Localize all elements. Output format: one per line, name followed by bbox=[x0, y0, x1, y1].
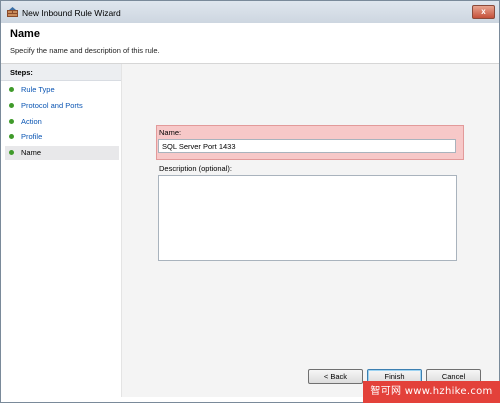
step-rule-type[interactable]: Rule Type bbox=[5, 83, 119, 97]
step-profile[interactable]: Profile bbox=[5, 130, 119, 144]
step-name[interactable]: Name bbox=[5, 146, 119, 160]
title-bar: New Inbound Rule Wizard x bbox=[1, 1, 499, 23]
window-title: New Inbound Rule Wizard bbox=[22, 8, 121, 18]
step-label: Protocol and Ports bbox=[21, 101, 83, 110]
steps-panel: Steps: Rule Type Protocol and Ports Acti… bbox=[1, 64, 122, 397]
page-title: Name bbox=[10, 28, 40, 40]
site-watermark: 智可网 www.hzhike.com bbox=[363, 381, 500, 403]
wizard-window: New Inbound Rule Wizard x Name Specify t… bbox=[0, 0, 500, 403]
step-complete-icon bbox=[9, 134, 14, 139]
close-icon: x bbox=[481, 7, 486, 16]
step-label: Name bbox=[21, 148, 42, 157]
back-button[interactable]: < Back bbox=[308, 369, 363, 384]
step-label: Profile bbox=[21, 132, 43, 141]
step-current-icon bbox=[9, 150, 14, 155]
firewall-app-icon bbox=[7, 7, 18, 17]
steps-heading: Steps: bbox=[1, 64, 121, 81]
close-button[interactable]: x bbox=[472, 5, 495, 19]
step-complete-icon bbox=[9, 103, 14, 108]
page-header: Name Specify the name and description of… bbox=[1, 23, 499, 64]
name-label: Name: bbox=[159, 128, 182, 137]
step-complete-icon bbox=[9, 119, 14, 124]
description-label: Description (optional): bbox=[159, 164, 232, 173]
name-input[interactable]: SQL Server Port 1433 bbox=[158, 139, 456, 153]
step-protocol-and-ports[interactable]: Protocol and Ports bbox=[5, 99, 119, 113]
description-input[interactable] bbox=[158, 175, 457, 261]
step-action[interactable]: Action bbox=[5, 115, 119, 129]
step-label: Action bbox=[21, 117, 42, 126]
step-complete-icon bbox=[9, 87, 14, 92]
steps-heading-label: Steps: bbox=[10, 68, 33, 77]
page-subtitle: Specify the name and description of this… bbox=[10, 46, 160, 55]
step-label: Rule Type bbox=[21, 85, 55, 94]
